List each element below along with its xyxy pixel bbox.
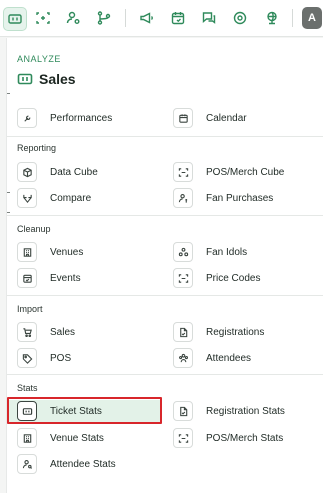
ticket-icon [17,401,37,421]
compare-icon [17,188,37,208]
menu-item-label: Registrations [206,326,265,338]
building-icon [17,242,37,262]
edge-marker [7,212,10,213]
toolbar-divider [292,9,293,27]
menu-item-venues[interactable]: Venues [17,241,83,263]
calendar-event-icon[interactable] [167,7,189,29]
menu-item-ticket-stats[interactable]: Ticket Stats [9,400,160,422]
edge-marker [7,192,10,193]
menu-item-compare[interactable]: Compare [17,187,91,209]
top-toolbar: A [0,0,323,37]
people-icon [173,242,193,262]
flow-icon[interactable] [93,7,115,29]
building-icon [17,428,37,448]
ticket-icon[interactable] [3,7,27,31]
section-eyebrow: ANALYZE [17,54,61,64]
menu-item-label: Calendar [206,112,247,124]
avatar[interactable]: A [302,7,322,29]
user-search-icon [17,454,37,474]
file-icon [173,401,193,421]
menu-item-label: Performances [50,112,113,124]
cube-icon [17,162,37,182]
section-divider [7,136,323,137]
globe-icon[interactable] [261,7,283,29]
section-label-reporting: Reporting [17,143,57,153]
megaphone-icon[interactable] [136,7,158,29]
section-label-stats: Stats [17,383,38,393]
scan-icon [173,162,193,182]
cart-icon [17,322,37,342]
menu-item-label: Attendees [206,352,252,364]
toolbar-divider [125,9,126,27]
section-divider [7,374,323,375]
menu-item-pos-merch-stats[interactable]: POS/Merch Stats [173,427,283,449]
menu-item-label: POS/Merch Cube [206,166,285,178]
ticket-icon [17,71,33,87]
menu-item-label: Attendee Stats [50,458,116,470]
menu-item-label: Venues [50,246,84,258]
menu-item-events[interactable]: Events [17,267,81,289]
group-icon [173,348,193,368]
page-title-text: Sales [39,71,76,87]
menu-item-calendar[interactable]: Calendar [173,107,247,129]
section-label-import: Import [17,304,43,314]
edge-marker [7,93,10,94]
menu-item-pos[interactable]: POS [17,347,71,369]
menu-item-label: Sales [50,326,76,338]
menu-item-label: Fan Purchases [206,192,274,204]
scan-icon [173,428,193,448]
settings-icon[interactable] [229,7,251,29]
menu-item-attendees[interactable]: Attendees [173,347,251,369]
menu-item-label: Price Codes [206,272,261,284]
section-divider [7,295,323,296]
menu-item-registration-stats[interactable]: Registration Stats [173,400,285,422]
menu-item-registrations[interactable]: Registrations [173,321,264,343]
calendar-check-icon [17,268,37,288]
menu-item-import-sales[interactable]: Sales [17,321,75,343]
menu-item-label: Venue Stats [50,432,104,444]
menu-item-attendee-stats[interactable]: Attendee Stats [17,453,116,475]
menu-item-label: Ticket Stats [50,405,102,417]
menu-item-label: Fan Idols [206,246,248,258]
menu-item-performances[interactable]: Performances [17,107,112,129]
file-icon [173,322,193,342]
menu-item-label: Registration Stats [206,405,285,417]
chat-icon[interactable] [198,7,220,29]
scan-icon[interactable] [32,7,54,29]
tag-icon [17,348,37,368]
menu-item-fan-idols[interactable]: Fan Idols [173,241,247,263]
sales-menu-panel: ANALYZE Sales Performances Calendar Repo… [6,38,323,493]
wrench-icon [17,108,37,128]
menu-item-pos-merch-cube[interactable]: POS/Merch Cube [173,161,284,183]
menu-item-label: Compare [50,192,92,204]
menu-item-venue-stats[interactable]: Venue Stats [17,427,104,449]
scan-icon [173,268,193,288]
menu-item-label: Data Cube [50,166,98,178]
section-divider [7,215,323,216]
menu-item-label: POS/Merch Stats [206,432,284,444]
user-settings-icon[interactable] [62,7,84,29]
menu-item-price-codes[interactable]: Price Codes [173,267,260,289]
menu-item-label: POS [50,352,72,364]
menu-item-data-cube[interactable]: Data Cube [17,161,98,183]
menu-item-fan-purchases[interactable]: Fan Purchases [173,187,273,209]
section-label-cleanup: Cleanup [17,224,51,234]
user-dollar-icon [173,188,193,208]
calendar-icon [173,108,193,128]
menu-item-label: Events [50,272,81,284]
page-title: Sales [17,69,76,89]
